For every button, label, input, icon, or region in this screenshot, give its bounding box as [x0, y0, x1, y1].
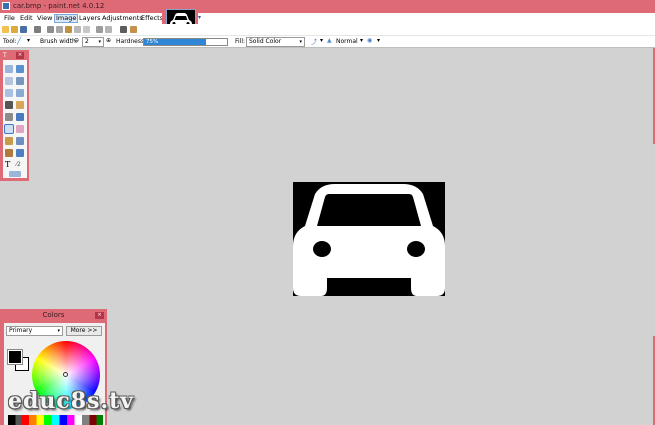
watermark: educ8s.tv: [8, 388, 135, 414]
print-icon[interactable]: [34, 26, 41, 33]
gradient-icon[interactable]: [16, 113, 24, 121]
color-wheel-marker[interactable]: [63, 372, 68, 377]
redo-icon[interactable]: [105, 26, 112, 33]
fill-select[interactable]: Solid Color ▾: [246, 37, 305, 47]
image-list-dropdown-icon[interactable]: ▾: [198, 14, 201, 21]
paint-bucket-icon[interactable]: [5, 113, 13, 121]
undo-icon[interactable]: [96, 26, 103, 33]
more-button[interactable]: More >>: [66, 326, 102, 336]
colors-panel-title: Colors: [42, 311, 65, 319]
move-selected-icon[interactable]: [16, 77, 24, 85]
paste-icon[interactable]: [65, 26, 72, 33]
car-image: [293, 182, 445, 296]
copy-icon[interactable]: [56, 26, 63, 33]
main-toolbar: [0, 24, 655, 36]
magic-wand-icon[interactable]: [5, 101, 13, 109]
menu-bar-empty: [198, 13, 655, 24]
cut-icon[interactable]: [47, 26, 54, 33]
primary-dropdown-icon: ▾: [57, 328, 60, 334]
fill-label: Fill:: [235, 38, 246, 45]
color-picker-icon[interactable]: [16, 137, 24, 145]
line-curve-icon[interactable]: ⁄2: [16, 161, 24, 169]
primary-select-value: Primary: [9, 327, 33, 334]
deselect-icon[interactable]: [83, 26, 90, 33]
canvas-image[interactable]: [293, 182, 445, 296]
hardness-label: Hardness:: [116, 38, 147, 45]
crop-icon[interactable]: [74, 26, 81, 33]
tools-panel-title: T: [3, 52, 7, 59]
tools-grid: T ⁄2: [3, 60, 27, 178]
tools-close-icon[interactable]: ×: [16, 52, 24, 59]
fill-value: Solid Color: [249, 38, 282, 45]
window-title: car.bmp - paint.net 4.0.12: [13, 2, 105, 10]
brush-width-input[interactable]: 2 ▾: [82, 37, 104, 47]
antialias-icon[interactable]: ◉: [367, 37, 372, 44]
antialias-dropdown-icon[interactable]: ▾: [377, 37, 380, 44]
rectangle-select-icon[interactable]: [5, 65, 13, 73]
curve-dropdown-icon[interactable]: ▾: [320, 37, 323, 44]
save-icon[interactable]: [20, 26, 27, 33]
paintbrush-icon[interactable]: [4, 124, 14, 134]
ellipse-select-icon[interactable]: [5, 89, 13, 97]
settings-icon[interactable]: [130, 26, 137, 33]
menu-layers[interactable]: Layers: [78, 14, 102, 23]
hardness-value: 75%: [146, 39, 159, 45]
line-tool-icon[interactable]: ╱: [17, 37, 21, 45]
new-file-icon[interactable]: [2, 26, 9, 33]
menu-file[interactable]: File: [3, 14, 16, 23]
menu-bar: File Edit View Image Layers Adjustments …: [0, 13, 164, 24]
pencil-icon[interactable]: [5, 137, 13, 145]
menu-view[interactable]: View: [36, 14, 53, 23]
text-tool-icon[interactable]: T: [5, 161, 13, 169]
blend-dropdown-icon[interactable]: ▾: [360, 37, 363, 44]
menu-edit[interactable]: Edit: [19, 14, 34, 23]
brush-width-value: 2: [85, 38, 89, 45]
tool-label: Tool:: [3, 38, 17, 45]
clone-stamp-icon[interactable]: [5, 149, 13, 157]
grid-icon[interactable]: [120, 26, 127, 33]
brush-width-label: Brush width:: [40, 38, 78, 45]
blend-mode-icon[interactable]: ▲: [327, 37, 332, 44]
primary-secondary-select[interactable]: Primary ▾: [6, 326, 63, 336]
colors-close-icon[interactable]: ×: [95, 312, 104, 319]
zoom-icon[interactable]: [16, 89, 24, 97]
paintnet-app-icon: [2, 2, 10, 10]
tools-panel: T × T ⁄2: [0, 50, 29, 181]
menu-effects[interactable]: Effects: [140, 14, 164, 23]
menu-adjustments[interactable]: Adjustments: [101, 14, 144, 23]
fill-dropdown-icon[interactable]: ▾: [299, 38, 302, 46]
blend-mode-select[interactable]: Normal: [336, 38, 358, 45]
pan-icon[interactable]: [16, 101, 24, 109]
move-selection-icon[interactable]: [16, 65, 24, 73]
tool-options-bar: Tool: ╱ ▾ Brush width: ⊖ 2 ▾ ⊕ Hardness: …: [0, 36, 655, 48]
color-palette[interactable]: [8, 415, 103, 425]
title-bar: car.bmp - paint.net 4.0.12: [0, 0, 655, 13]
open-file-icon[interactable]: [11, 26, 18, 33]
lasso-select-icon[interactable]: [5, 77, 13, 85]
hardness-slider[interactable]: 75%: [143, 38, 228, 46]
brush-width-dropdown-icon[interactable]: ▾: [98, 38, 101, 46]
eraser-icon[interactable]: [16, 125, 24, 133]
decrease-width-icon[interactable]: ⊖: [74, 37, 79, 44]
primary-color-swatch[interactable]: [7, 349, 23, 365]
curve-style-icon[interactable]: ⤴: [311, 37, 317, 46]
increase-width-icon[interactable]: ⊕: [106, 37, 111, 44]
tool-dropdown-icon[interactable]: ▾: [27, 37, 30, 44]
menu-image[interactable]: Image: [54, 14, 79, 23]
recolor-icon[interactable]: [16, 149, 24, 157]
shapes-icon[interactable]: [9, 171, 21, 177]
